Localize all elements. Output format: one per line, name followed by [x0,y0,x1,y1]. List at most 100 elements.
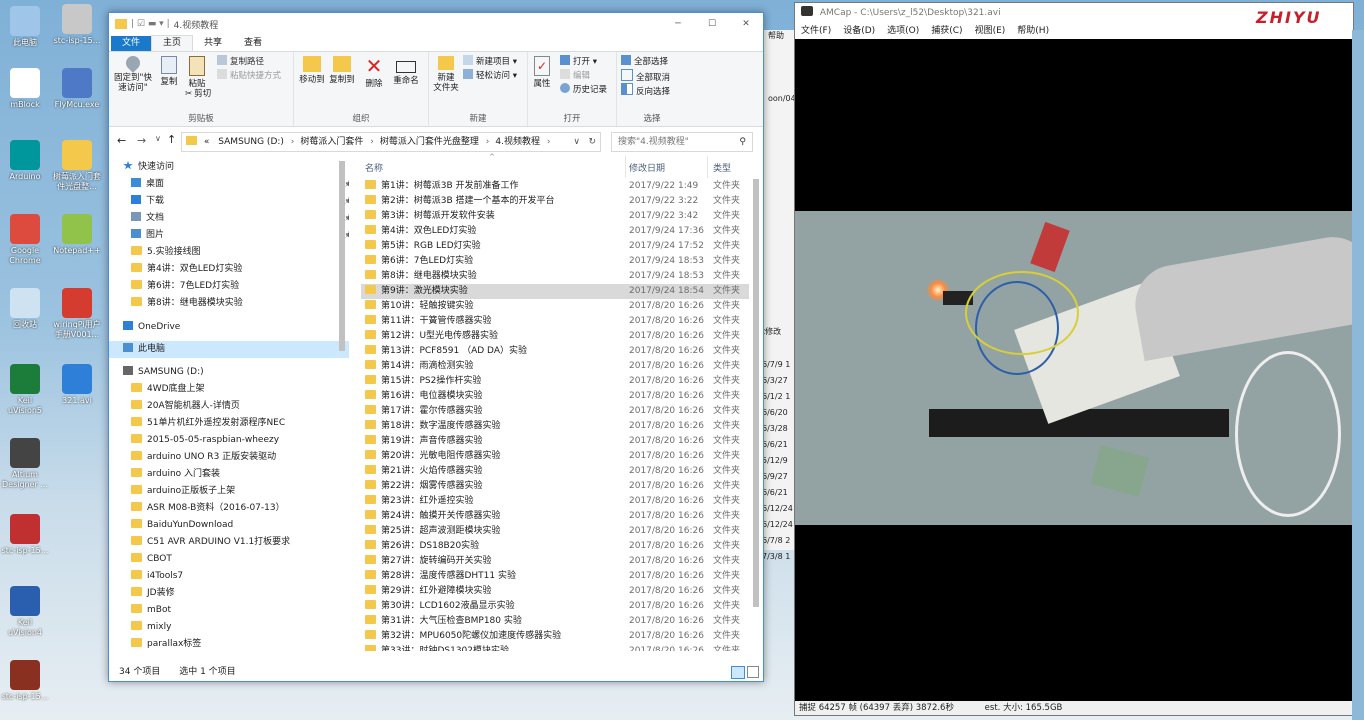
quick-access-toolbar[interactable]: | ☑ ▬ ▾ | [131,19,170,29]
nav-item[interactable]: arduino 入门套装 [109,466,349,483]
edit-button[interactable]: 编辑 [560,69,590,83]
desktop-icon[interactable]: wiringPi用户手册V001... [52,288,102,340]
nav-item[interactable]: 下载 📌 [109,193,349,210]
new-folder-button[interactable]: 新建 文件夹 [431,56,461,93]
nav-item[interactable]: 2015-05-05-raspbian-wheezy [109,432,349,449]
open-button[interactable]: 打开 ▾ [560,55,597,69]
nav-scrollbar[interactable] [339,161,345,351]
new-item-button[interactable]: 新建项目 ▾ [463,55,517,69]
file-row[interactable]: 第5讲：RGB LED灯实验 2017/9/24 17:52 文件夹 [361,239,749,254]
file-row[interactable]: 第21讲：火焰传感器实验 2017/8/20 16:26 文件夹 [361,464,749,479]
amcap-menu-item[interactable]: 视图(E) [969,23,1012,39]
desktop-icon[interactable]: 回收站 [0,288,50,330]
amcap-menu-item[interactable]: 捕获(C) [925,23,968,39]
file-row[interactable]: 第9讲：激光模块实验 2017/9/24 18:54 文件夹 [361,284,749,299]
nav-item[interactable]: 第6讲：7色LED灯实验 [109,278,349,295]
desktop-icon[interactable]: Altium Designer ... [0,438,50,490]
file-row[interactable]: 第29讲：红外避障模块实验 2017/8/20 16:26 文件夹 [361,584,749,599]
file-row[interactable]: 第14讲：雨滴检测实验 2017/8/20 16:26 文件夹 [361,359,749,374]
file-row[interactable]: 第31讲：大气压检查BMP180 实验 2017/8/20 16:26 文件夹 [361,614,749,629]
breadcrumb-item[interactable]: SAMSUNG (D:) [218,137,284,147]
cut-button[interactable]: ✂ 剪切 [185,87,211,101]
paste-shortcut-button[interactable]: 粘贴快捷方式 [217,69,281,83]
breadcrumb-separator-icon[interactable]: › [483,137,490,147]
nav-item[interactable]: 第8讲：继电器模块实验 [109,295,349,312]
nav-item[interactable]: SAMSUNG (D:) [109,364,349,381]
file-row[interactable]: 第27讲：旋转编码开关实验 2017/8/20 16:26 文件夹 [361,554,749,569]
nav-item[interactable]: arduino UNO R3 正版安装驱动 [109,449,349,466]
address-dropdown-icon[interactable]: ∨ [573,133,580,151]
desktop-icon[interactable]: Notepad++ [52,214,102,256]
large-icons-view-icon[interactable] [747,666,759,678]
desktop-icon[interactable]: stc-isp-15... [0,514,50,556]
recent-dropdown-icon[interactable]: ∨ [155,134,161,143]
file-row[interactable]: 第18讲：数字温度传感器实验 2017/8/20 16:26 文件夹 [361,419,749,434]
invert-selection-button[interactable]: 反向选择 [621,83,670,97]
minimize-button[interactable]: ─ [661,19,695,29]
column-type[interactable]: 类型 [713,161,731,174]
file-row[interactable]: 第24讲：触摸开关传感器实验 2017/8/20 16:26 文件夹 [361,509,749,524]
file-row[interactable]: 第12讲：U型光电传感器实验 2017/8/20 16:26 文件夹 [361,329,749,344]
nav-item[interactable]: 51单片机红外遥控发射源程序NEC [109,415,349,432]
breadcrumb-item[interactable]: 树莓派入门套件光盘整理 [380,137,479,147]
file-row[interactable]: 第4讲：双色LED灯实验 2017/9/24 17:36 文件夹 [361,224,749,239]
desktop-icon[interactable]: 此电脑 [0,6,50,48]
nav-item[interactable]: mixly [109,619,349,636]
amcap-menu-item[interactable]: 选项(O) [881,23,925,39]
nav-item[interactable]: C51 AVR ARDUINO V1.1打板要求 [109,534,349,551]
file-row[interactable]: 第30讲：LCD1602液晶显示实验 2017/8/20 16:26 文件夹 [361,599,749,614]
column-date[interactable]: 修改日期 [629,161,665,174]
nav-item[interactable]: parallax标签 [109,636,349,653]
copy-button[interactable]: 复制 [157,56,181,87]
paste-button[interactable]: 粘贴 [185,56,209,89]
copy-path-button[interactable]: 复制路径 [217,55,264,69]
move-to-button[interactable]: 移动到 [298,56,326,85]
file-row[interactable]: 第22讲：烟雾传感器实验 2017/8/20 16:26 文件夹 [361,479,749,494]
nav-item[interactable]: mBot [109,602,349,619]
file-row[interactable]: 第3讲：树莓派开发软件安装 2017/9/22 3:42 文件夹 [361,209,749,224]
desktop-icon[interactable]: stc-isp-15... [52,4,102,46]
amcap-menu-item[interactable]: 文件(F) [795,23,837,39]
details-view-icon[interactable] [731,666,745,679]
rename-button[interactable]: 重命名 [390,56,422,86]
address-bar[interactable]: « SAMSUNG (D:) › 树莓派入门套件 › 树莓派入门套件光盘整理 › 4.… [181,132,601,152]
forward-icon[interactable]: → [137,134,146,147]
desktop-icon[interactable]: Keil uVision4 [0,586,50,638]
breadcrumb-item[interactable]: 4.视频教程 [495,137,540,147]
file-row[interactable]: 第23讲：红外遥控实验 2017/8/20 16:26 文件夹 [361,494,749,509]
amcap-menu-item[interactable]: 帮助(H) [1011,23,1055,39]
file-row[interactable]: 第1讲：树莓派3B 开发前准备工作 2017/9/22 1:49 文件夹 [361,179,749,194]
file-row[interactable]: 第28讲：温度传感器DHT11 实验 2017/8/20 16:26 文件夹 [361,569,749,584]
file-row[interactable]: 第33讲：时钟DS1302模块实验 2017/8/20 16:26 文件夹 [361,644,749,651]
desktop-icon[interactable]: Arduino [0,140,50,182]
nav-item[interactable]: 第4讲：双色LED灯实验 [109,261,349,278]
nav-item[interactable]: arduino正版板子上架 [109,483,349,500]
file-row[interactable]: 第16讲：电位器模块实验 2017/8/20 16:26 文件夹 [361,389,749,404]
file-row[interactable]: 第25讲：超声波测距模块实验 2017/8/20 16:26 文件夹 [361,524,749,539]
select-none-button[interactable]: 全部取消 [621,69,670,83]
desktop-icon[interactable]: 树莓派入门套件光盘整... [52,140,102,192]
history-button[interactable]: 历史记录 [560,83,607,97]
tab-view[interactable]: 查看 [233,36,273,51]
tab-share[interactable]: 共享 [193,36,233,51]
nav-item[interactable]: 快速访问 [109,159,349,176]
search-input[interactable]: 搜索"4.视频教程" ⚲ [611,132,753,152]
back-icon[interactable]: ← [117,134,126,147]
tab-home[interactable]: 主页 [151,35,194,51]
nav-item[interactable]: BaiduYunDownload [109,517,349,534]
nav-item[interactable]: 5.实验接线图 [109,244,349,261]
refresh-icon[interactable]: ↻ [588,133,596,151]
desktop-icon[interactable]: mBlock [0,68,50,110]
breadcrumb-item[interactable]: 树莓派入门套件 [300,137,363,147]
nav-item[interactable]: OneDrive [109,319,349,336]
file-row[interactable]: 第17讲：霍尔传感器实验 2017/8/20 16:26 文件夹 [361,404,749,419]
nav-item[interactable]: i4Tools7 [109,568,349,585]
nav-item[interactable]: ASR M08-B资料（2016-07-13） [109,500,349,517]
close-button[interactable]: ✕ [729,19,763,29]
file-list-scrollbar[interactable] [753,179,759,607]
breadcrumb-separator-icon[interactable]: › [367,137,374,147]
file-row[interactable]: 第8讲：继电器模块实验 2017/9/24 18:53 文件夹 [361,269,749,284]
easy-access-button[interactable]: 轻松访问 ▾ [463,69,517,83]
nav-item[interactable]: 20A智能机器人-详情页 [109,398,349,415]
copy-to-button[interactable]: 复制到 [328,56,356,85]
